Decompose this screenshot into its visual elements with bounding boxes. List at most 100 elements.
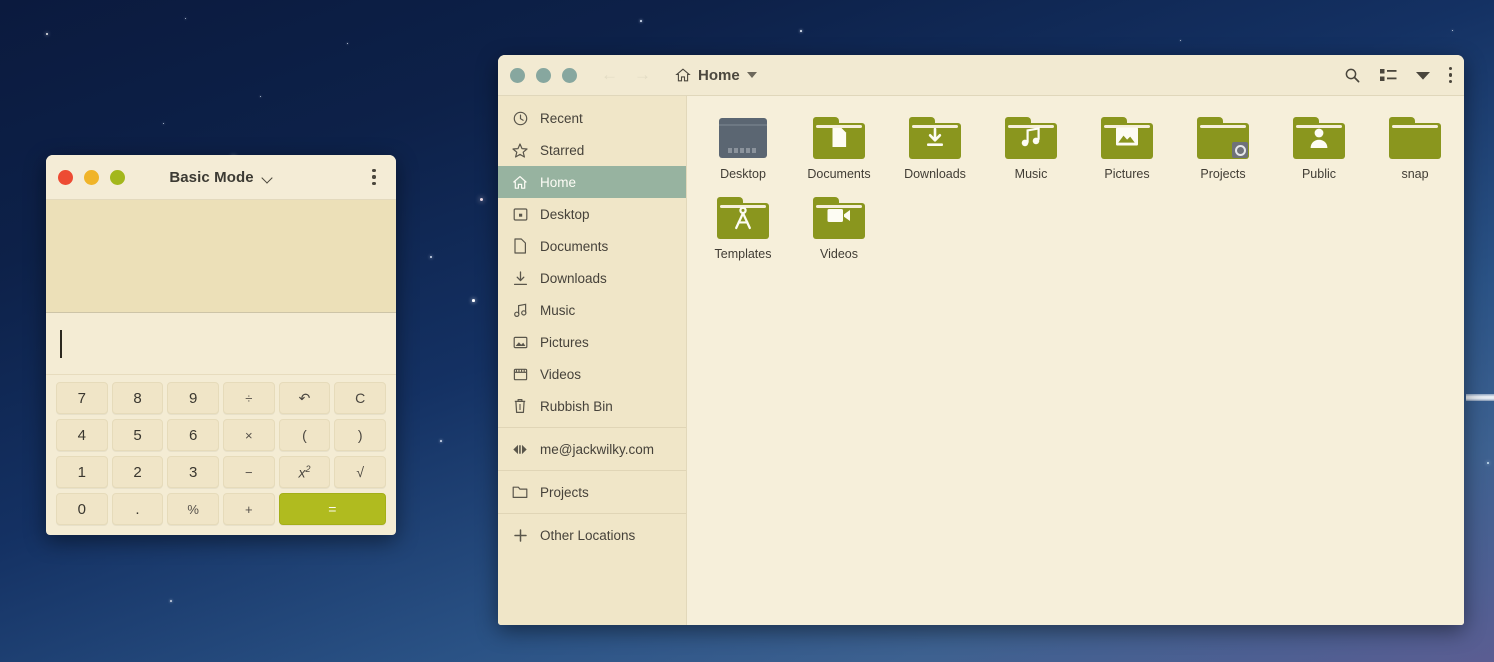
file-item-pictures[interactable]: Pictures — [1079, 110, 1175, 190]
video-icon — [512, 366, 528, 382]
file-item-projects[interactable]: Projects — [1175, 110, 1271, 190]
back-arrow-icon[interactable]: ← — [601, 65, 618, 85]
key-square[interactable]: x2 — [278, 456, 331, 488]
calculator-titlebar[interactable]: Basic Mode — [46, 155, 396, 200]
key-decimal[interactable]: . — [111, 493, 164, 525]
download-icon — [512, 270, 528, 286]
star — [163, 123, 165, 125]
key-4[interactable]: 4 — [56, 419, 108, 451]
key-divide[interactable]: ÷ — [223, 382, 275, 414]
star — [260, 96, 262, 98]
calculator-menu-button[interactable] — [364, 166, 384, 188]
file-item-music[interactable]: Music — [983, 110, 1079, 190]
key-label: . — [135, 500, 140, 518]
file-grid-area[interactable]: Desktop Documents Downloads Music Pictures Pr… — [687, 96, 1464, 625]
key-7[interactable]: 7 — [56, 382, 108, 414]
file-item-label: Public — [1301, 167, 1337, 181]
key-label: 8 — [133, 389, 142, 407]
sidebar-item-home[interactable]: Home — [498, 166, 686, 198]
list-view-icon[interactable] — [1379, 68, 1397, 82]
key-equals[interactable]: = — [278, 493, 386, 525]
sidebar-item-label: me@jackwilky.com — [540, 441, 654, 457]
key-paren-close[interactable]: ) — [334, 419, 386, 451]
sidebar-divider — [498, 427, 686, 428]
network-connect-icon — [512, 441, 528, 457]
breadcrumb[interactable]: Home — [675, 67, 757, 84]
kebab-dot — [1448, 66, 1452, 71]
file-item-label: Projects — [1200, 167, 1246, 181]
file-item-desktop[interactable]: Desktop — [695, 110, 791, 190]
key-label: ÷ — [245, 390, 253, 406]
minimize-icon[interactable] — [536, 67, 551, 83]
sidebar-item-pictures[interactable]: Pictures — [498, 326, 686, 358]
file-item-label: Pictures — [1104, 167, 1150, 181]
key-3[interactable]: 3 — [167, 456, 219, 488]
maximize-icon[interactable] — [562, 67, 577, 83]
sidebar-item-rubbish-bin[interactable]: Rubbish Bin — [498, 390, 686, 422]
sidebar-item-label: Other Locations — [540, 527, 636, 543]
key-9[interactable]: 9 — [167, 382, 219, 414]
key-6[interactable]: 6 — [167, 419, 219, 451]
close-icon[interactable] — [58, 169, 73, 185]
file-item-snap[interactable]: snap — [1367, 110, 1463, 190]
calculator-mode-label: Basic Mode — [169, 168, 254, 186]
key-1[interactable]: 1 — [56, 456, 108, 488]
key-5[interactable]: 5 — [111, 419, 164, 451]
file-manager-titlebar[interactable]: ← → Home — [498, 55, 1464, 96]
file-item-label: snap — [1401, 167, 1429, 181]
sidebar-item-label: Starred — [540, 142, 585, 158]
key-clear[interactable]: C — [334, 382, 386, 414]
calculator-entry-field[interactable] — [46, 313, 396, 375]
file-item-downloads[interactable]: Downloads — [887, 110, 983, 190]
file-item-public[interactable]: Public — [1271, 110, 1367, 190]
key-label: 5 — [133, 426, 142, 444]
screen-edge-artifact — [1466, 394, 1494, 401]
sidebar-item-desktop[interactable]: Desktop — [498, 198, 686, 230]
folder-icon — [1292, 114, 1346, 162]
sidebar-item-starred[interactable]: Starred — [498, 134, 686, 166]
key-8[interactable]: 8 — [111, 382, 164, 414]
key-undo[interactable]: ↶ — [278, 382, 331, 414]
maximize-icon[interactable] — [110, 169, 125, 185]
file-manager-window[interactable]: ← → Home Recent Starred Home Desktop Doc… — [498, 55, 1464, 625]
file-manager-window-controls — [498, 67, 577, 83]
key-label: 9 — [188, 389, 198, 407]
minimize-icon[interactable] — [84, 169, 99, 185]
key-sqrt[interactable]: √ — [334, 456, 386, 488]
forward-arrow-icon[interactable]: → — [634, 65, 651, 85]
star — [347, 43, 349, 45]
monitor-icon — [716, 114, 770, 162]
sidebar-item-network-account[interactable]: me@jackwilky.com — [498, 433, 686, 465]
file-item-videos[interactable]: Videos — [791, 190, 887, 270]
home-icon — [675, 68, 691, 82]
key-subtract[interactable]: − — [223, 456, 275, 488]
key-paren-open[interactable]: ( — [278, 419, 331, 451]
key-0[interactable]: 0 — [56, 493, 108, 525]
chevron-down-icon[interactable] — [1415, 71, 1430, 80]
sidebar-item-music[interactable]: Music — [498, 294, 686, 326]
chevron-down-icon[interactable] — [746, 72, 757, 78]
chevron-down-icon[interactable] — [262, 174, 273, 181]
star — [46, 33, 49, 36]
sidebar-item-label: Rubbish Bin — [540, 398, 613, 414]
star — [1452, 30, 1454, 32]
sidebar-item-downloads[interactable]: Downloads — [498, 262, 686, 294]
file-item-templates[interactable]: Templates — [695, 190, 791, 270]
file-item-documents[interactable]: Documents — [791, 110, 887, 190]
key-2[interactable]: 2 — [111, 456, 164, 488]
search-icon[interactable] — [1344, 67, 1361, 84]
sidebar-item-videos[interactable]: Videos — [498, 358, 686, 390]
sidebar-item-projects[interactable]: Projects — [498, 476, 686, 508]
sidebar-item-documents[interactable]: Documents — [498, 230, 686, 262]
trash-icon — [512, 398, 528, 414]
key-add[interactable]: + — [223, 493, 275, 525]
folder-icon — [512, 484, 528, 500]
key-percent[interactable]: % — [167, 493, 219, 525]
key-label: + — [245, 501, 253, 517]
calculator-window[interactable]: Basic Mode 7 8 9 ÷ ↶ C 4 5 6 × () 1 2 3 − x2 √ 0.% + = — [46, 155, 396, 535]
file-manager-menu-button[interactable] — [1448, 66, 1452, 84]
close-icon[interactable] — [510, 67, 525, 83]
sidebar-item-recent[interactable]: Recent — [498, 102, 686, 134]
sidebar-item-other-locations[interactable]: Other Locations — [498, 519, 686, 551]
key-multiply[interactable]: × — [223, 419, 275, 451]
